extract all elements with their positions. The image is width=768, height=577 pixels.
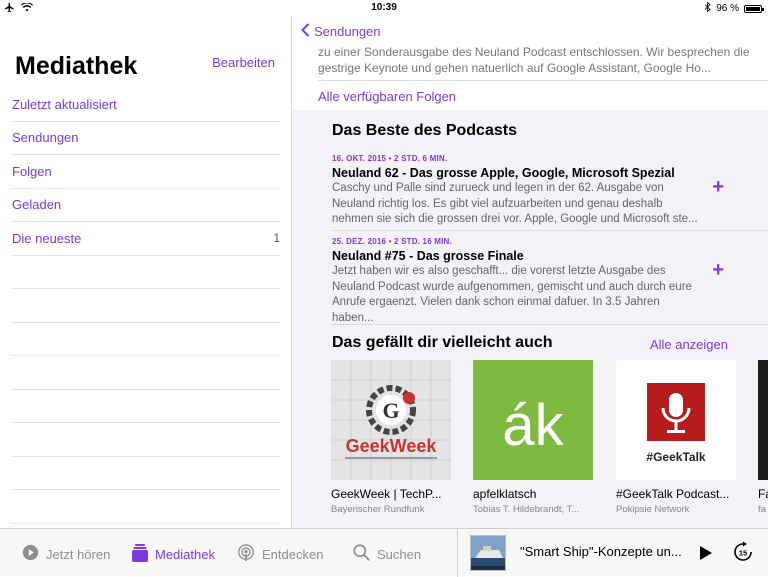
sidebar-item-recently-updated[interactable]: Zuletzt aktualisiert xyxy=(12,88,280,122)
all-episodes-link[interactable]: Alle verfügbaren Folgen xyxy=(318,80,768,104)
svg-text:15: 15 xyxy=(739,549,747,558)
skip-forward-15-icon[interactable]: 15 xyxy=(732,541,754,568)
library-sidebar: Mediathek Bearbeiten Zuletzt aktualisier… xyxy=(0,16,292,528)
tab-discover[interactable]: Entdecken xyxy=(237,544,323,565)
sidebar-item-downloaded[interactable]: Geladen xyxy=(12,189,280,222)
podcast-card[interactable]: Fa fa xyxy=(758,360,768,515)
show-detail: Sendungen zu einer Sonderausgabe des Neu… xyxy=(292,16,768,528)
clock: 10:39 xyxy=(371,2,397,13)
sidebar-item-label: Geladen xyxy=(12,197,62,213)
library-icon xyxy=(132,544,148,565)
back-label: Sendungen xyxy=(314,24,381,39)
tab-label: Mediathek xyxy=(155,547,215,562)
tab-label: Jetzt hören xyxy=(46,546,111,562)
play-button[interactable] xyxy=(699,545,713,566)
episode-summary: Jetzt haben wir es also geschafft... die… xyxy=(332,265,692,324)
empty-row xyxy=(12,256,280,289)
podcast-publisher: Pokipsie Network xyxy=(616,504,690,515)
podcast-name: GeekWeek | TechP... xyxy=(331,487,442,501)
episode-date: 25. DEZ. 2016 • 2 STD. 16 MIN. xyxy=(332,237,452,246)
episode-date: 16. OKT. 2015 • 2 STD. 6 MIN. xyxy=(332,154,448,163)
empty-row xyxy=(12,490,280,524)
podcast-artwork xyxy=(758,360,768,480)
podcast-artwork: #GeekTalk xyxy=(616,360,736,480)
podcast-artwork: G GeekWeek xyxy=(331,360,451,480)
sidebar-item-label: Die neueste xyxy=(12,230,82,246)
sidebar-item-count: 1 xyxy=(273,231,280,246)
description-panel: Sendungen zu einer Sonderausgabe des Neu… xyxy=(292,16,768,110)
battery-percent: 96 % xyxy=(716,3,739,14)
episode-item[interactable]: 16. OKT. 2015 • 2 STD. 6 MIN. Neuland 62… xyxy=(332,154,728,228)
show-description: zu einer Sonderausgabe des Neuland Podca… xyxy=(318,45,750,75)
podcast-publisher: fa xyxy=(758,504,766,515)
mini-player[interactable]: "Smart Ship"-Konzepte un... 15 xyxy=(457,529,768,577)
divider xyxy=(332,324,768,325)
tab-library[interactable]: Mediathek xyxy=(132,544,215,565)
tab-listen-now[interactable]: Jetzt hören xyxy=(22,544,110,564)
podcast-publisher: Bayerischer Rundfunk xyxy=(331,504,425,515)
empty-row xyxy=(12,323,280,356)
podcast-name: apfelklatsch xyxy=(473,487,537,501)
artwork-text: #GeekTalk xyxy=(646,450,705,464)
empty-row xyxy=(12,289,280,323)
sidebar-item-latest[interactable]: Die neueste 1 xyxy=(12,222,280,256)
page-title: Mediathek xyxy=(15,52,138,80)
podcast-card[interactable]: G GeekWeek GeekWeek | TechP... Bayerisch… xyxy=(331,360,451,515)
podcast-publisher: Tobias T. Hildebrandt, T... xyxy=(473,504,580,515)
sidebar-item-label: Folgen xyxy=(12,163,52,179)
sidebar-item-shows[interactable]: Sendungen xyxy=(12,122,280,155)
tab-bar: Jetzt hören Mediathek Entdecken Suchen "… xyxy=(0,528,768,577)
podcast-icon xyxy=(237,544,255,565)
back-button[interactable]: Sendungen xyxy=(301,23,381,40)
see-all-link[interactable]: Alle anzeigen xyxy=(650,337,728,352)
artwork-text: GeekWeek xyxy=(346,436,438,456)
best-of-heading: Das Beste des Podcasts xyxy=(332,122,517,139)
add-episode-button[interactable]: + xyxy=(712,176,724,199)
empty-row xyxy=(12,356,280,390)
tab-label: Entdecken xyxy=(262,547,324,562)
empty-row xyxy=(12,390,280,423)
episode-item[interactable]: 25. DEZ. 2016 • 2 STD. 16 MIN. Neuland #… xyxy=(332,237,728,326)
search-icon xyxy=(353,544,370,564)
chevron-left-icon xyxy=(301,23,310,40)
divider xyxy=(332,230,768,231)
recommendations-heading: Das gefällt dir vielleicht auch xyxy=(332,334,553,351)
sidebar-item-label: Zuletzt aktualisiert xyxy=(12,96,117,112)
now-playing-title: "Smart Ship"-Konzepte un... xyxy=(520,544,682,559)
episode-title: Neuland #75 - Das grosse Finale xyxy=(332,249,524,263)
episode-title: Neuland 62 - Das grosse Apple, Google, M… xyxy=(332,166,675,180)
bluetooth-icon xyxy=(704,1,711,15)
tab-search[interactable]: Suchen xyxy=(353,544,421,564)
podcast-card[interactable]: ák apfelklatsch Tobias T. Hildebrandt, T… xyxy=(473,360,593,515)
podcast-name: Fa xyxy=(758,487,768,501)
artwork-letter: G xyxy=(382,398,399,423)
empty-row xyxy=(12,423,280,457)
now-playing-artwork xyxy=(470,535,506,571)
podcast-name: #GeekTalk Podcast... xyxy=(616,487,730,501)
add-episode-button[interactable]: + xyxy=(712,259,724,282)
artwork-text: ák xyxy=(502,393,564,458)
sidebar-item-episodes[interactable]: Folgen xyxy=(12,155,280,189)
tab-label: Suchen xyxy=(377,546,422,562)
library-list: Zuletzt aktualisiert Sendungen Folgen Ge… xyxy=(12,88,280,524)
podcast-artwork: ák xyxy=(473,360,593,480)
battery-icon xyxy=(744,4,764,13)
edit-button[interactable]: Bearbeiten xyxy=(212,55,275,70)
episode-summary: Caschy und Palle sind zurueck und legen … xyxy=(332,182,698,225)
empty-row xyxy=(12,457,280,490)
play-circle-icon xyxy=(22,544,39,564)
podcast-card[interactable]: #GeekTalk #GeekTalk Podcast... Pokipsie … xyxy=(616,360,736,515)
sidebar-item-label: Sendungen xyxy=(12,130,79,146)
status-bar: 10:39 96 % xyxy=(0,0,768,16)
